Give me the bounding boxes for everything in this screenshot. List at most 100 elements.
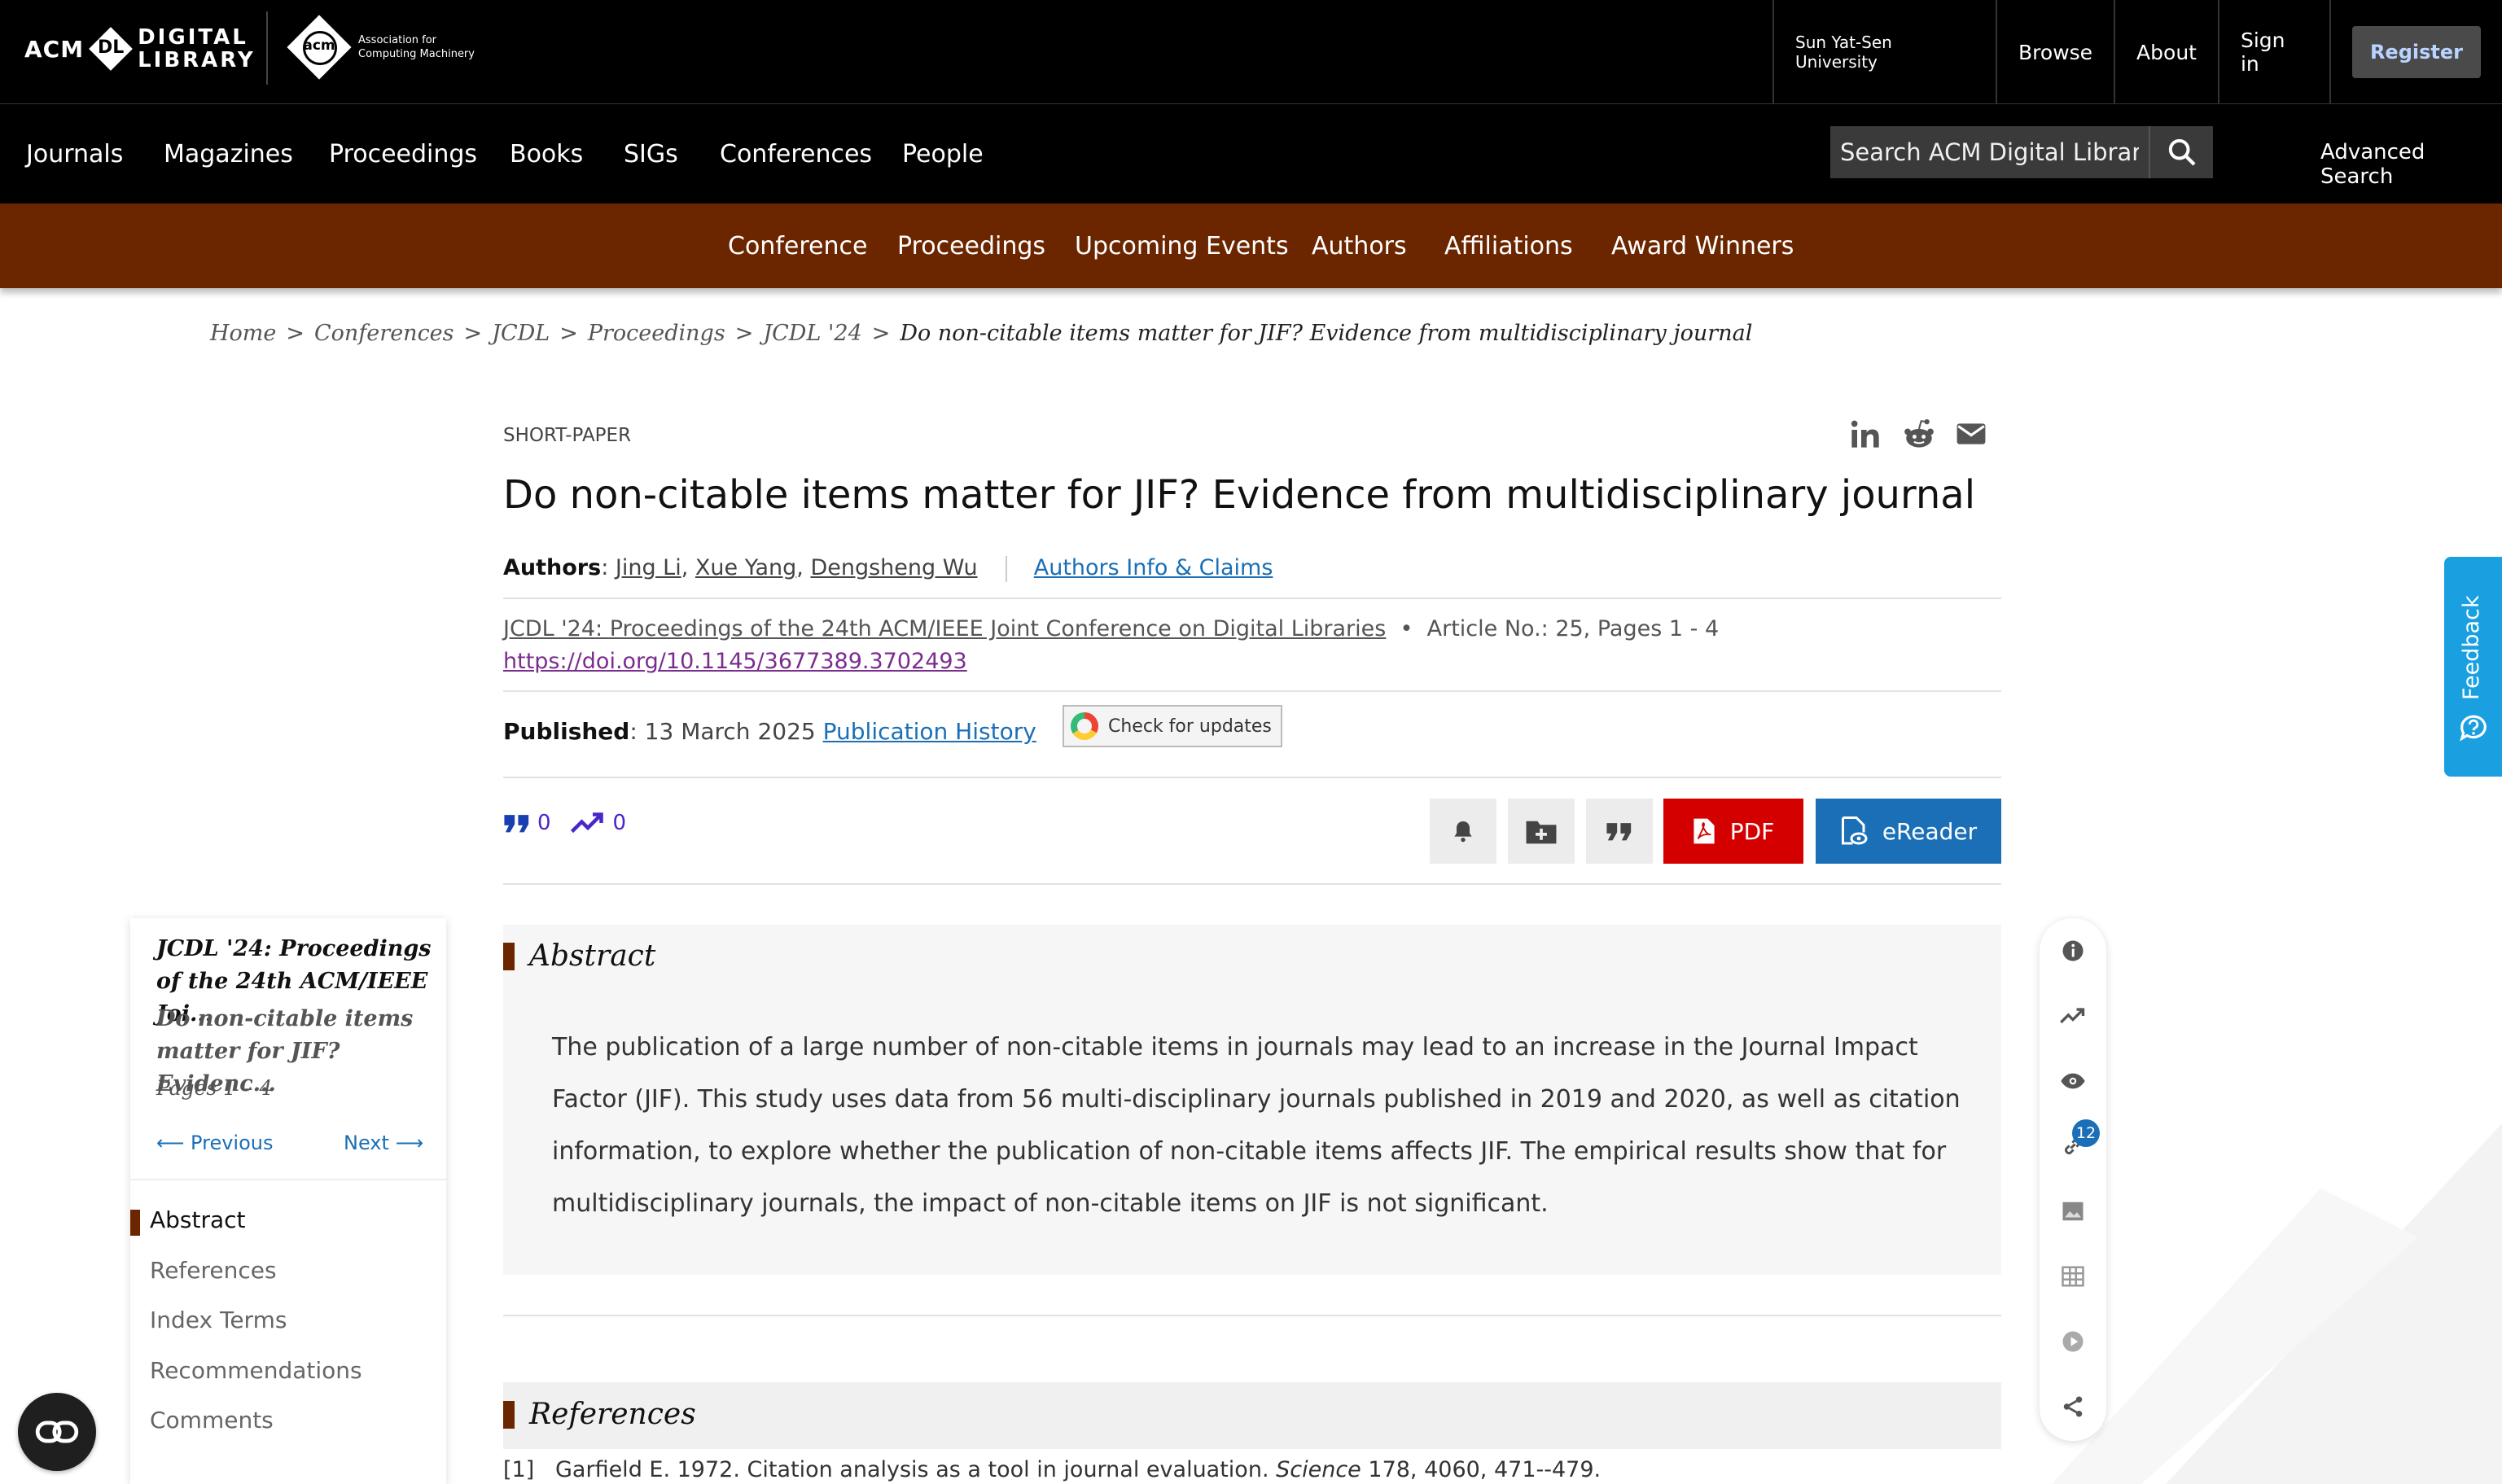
sidebar-item-abstract[interactable]: Abstract bbox=[130, 1206, 246, 1236]
conf-nav-conference[interactable]: Conference bbox=[728, 204, 867, 288]
nav-people[interactable]: People bbox=[902, 104, 984, 204]
logo-divider bbox=[266, 11, 268, 85]
citation-quote-icon[interactable] bbox=[503, 811, 531, 835]
references-heading: References bbox=[503, 1398, 696, 1431]
previous-label: Previous bbox=[191, 1132, 274, 1154]
check-for-updates-button[interactable]: Check for updates bbox=[1063, 705, 1282, 747]
article-title: Do non-citable items matter for JIF? Evi… bbox=[503, 472, 1976, 518]
breadcrumb-proceedings[interactable]: Proceedings bbox=[588, 321, 725, 346]
downloads-trend-icon[interactable] bbox=[569, 811, 607, 835]
media-tool[interactable] bbox=[2057, 1325, 2089, 1358]
published-line: Published: 13 March 2025 Publication His… bbox=[503, 718, 1036, 745]
search-box bbox=[1830, 126, 2213, 178]
reference-text: Garfield E. 1972. Citation analysis as a… bbox=[555, 1457, 1269, 1482]
published-date: 13 March 2025 bbox=[644, 718, 816, 745]
about-link[interactable]: About bbox=[2114, 0, 2218, 104]
acm-association-logo[interactable]: acm Association for Computing Machinery bbox=[285, 13, 475, 81]
figures-tool[interactable] bbox=[2057, 1195, 2089, 1228]
cite-button[interactable] bbox=[1586, 799, 1653, 864]
search-button[interactable] bbox=[2149, 126, 2213, 178]
linkedin-icon[interactable] bbox=[1848, 418, 1882, 450]
doi-link[interactable]: https://doi.org/10.1145/3677389.3702493 bbox=[503, 649, 967, 674]
nav-magazines[interactable]: Magazines bbox=[164, 104, 293, 204]
abstract-text: The publication of a large number of non… bbox=[552, 1033, 1961, 1218]
nav-proceedings[interactable]: Proceedings bbox=[329, 104, 477, 204]
reddit-icon[interactable] bbox=[1900, 417, 1938, 451]
citations-count: 0 bbox=[537, 811, 551, 835]
ereader-button[interactable]: eReader bbox=[1816, 799, 2001, 864]
nav-sigs[interactable]: SIGs bbox=[624, 104, 678, 204]
conf-nav-proceedings[interactable]: Proceedings bbox=[897, 204, 1045, 288]
info-icon bbox=[2062, 940, 2084, 961]
acm-logo-words: Association for Computing Machinery bbox=[358, 33, 475, 61]
sidebar-divider bbox=[130, 1179, 446, 1180]
pdf-button[interactable]: PDF bbox=[1663, 799, 1803, 864]
info-tool[interactable] bbox=[2057, 935, 2089, 967]
sidebar-pages: Pages 1 – 4 bbox=[156, 1076, 273, 1100]
next-article-link[interactable]: Next ⟶ bbox=[344, 1132, 423, 1154]
nav-conferences[interactable]: Conferences bbox=[720, 104, 872, 204]
feedback-label: Feedback bbox=[2459, 595, 2484, 700]
sidebar-item-index-terms[interactable]: Index Terms bbox=[150, 1307, 287, 1333]
logo-dl-words: DIGITAL LIBRARY bbox=[138, 26, 256, 72]
acm-dl-logo[interactable]: ACM DL DIGITAL LIBRARY bbox=[24, 23, 256, 75]
views-tool[interactable] bbox=[2057, 1065, 2089, 1097]
author-link[interactable]: Dengsheng Wu bbox=[810, 555, 977, 580]
authors-line: Authors: Jing Li, Xue Yang, Dengsheng Wu… bbox=[503, 555, 1273, 582]
metrics: 0 0 bbox=[503, 811, 626, 835]
arrow-right-icon: ⟶ bbox=[395, 1132, 423, 1154]
breadcrumb-home[interactable]: Home bbox=[210, 321, 276, 346]
institution-link[interactable]: Sun Yat-Sen University bbox=[1772, 0, 1996, 104]
conf-nav-affiliations[interactable]: Affiliations bbox=[1444, 204, 1573, 288]
references-section bbox=[503, 1382, 2001, 1449]
play-icon bbox=[2062, 1331, 2084, 1352]
breadcrumb-jcdl[interactable]: JCDL bbox=[492, 321, 550, 346]
sidebar-item-comments[interactable]: Comments bbox=[150, 1407, 274, 1434]
share-tool[interactable] bbox=[2057, 1390, 2089, 1423]
nav-journals[interactable]: Journals bbox=[26, 104, 123, 204]
publication-history-link[interactable]: Publication History bbox=[823, 718, 1036, 745]
register-button[interactable]: Register bbox=[2351, 26, 2481, 78]
browse-link[interactable]: Browse bbox=[1996, 0, 2114, 104]
abstract-heading: Abstract bbox=[503, 939, 655, 973]
nav-books[interactable]: Books bbox=[510, 104, 583, 204]
check-updates-label: Check for updates bbox=[1108, 716, 1272, 737]
share-icons bbox=[1848, 417, 1987, 451]
ereader-label: eReader bbox=[1882, 817, 1978, 845]
breadcrumb-conferences[interactable]: Conferences bbox=[314, 321, 454, 346]
conf-nav-authors[interactable]: Authors bbox=[1312, 204, 1407, 288]
eye-icon bbox=[2061, 1073, 2085, 1089]
tools-rail bbox=[2040, 918, 2106, 1441]
bell-icon bbox=[1454, 821, 1472, 843]
add-to-binder-button[interactable] bbox=[1508, 799, 1575, 864]
tables-tool[interactable] bbox=[2057, 1260, 2089, 1293]
search-input[interactable] bbox=[1830, 126, 2149, 178]
author-link[interactable]: Xue Yang bbox=[695, 555, 796, 580]
conf-nav-upcoming-events[interactable]: Upcoming Events bbox=[1075, 204, 1289, 288]
reference-number: [1] bbox=[503, 1457, 535, 1482]
bullet-separator: • bbox=[1392, 616, 1421, 641]
sign-in-link[interactable]: Sign in bbox=[2217, 0, 2329, 104]
alert-button[interactable] bbox=[1430, 799, 1496, 864]
top-links: Sun Yat-Sen University Browse About Sign… bbox=[1772, 0, 2502, 104]
reference-rest: 178, 4060, 471--479. bbox=[1368, 1457, 1602, 1482]
email-icon[interactable] bbox=[1956, 420, 1987, 448]
breadcrumb-jcdl24[interactable]: JCDL '24 bbox=[763, 321, 861, 346]
conf-nav-award-winners[interactable]: Award Winners bbox=[1611, 204, 1794, 288]
previous-article-link[interactable]: ⟵ Previous bbox=[156, 1132, 273, 1154]
sidebar-item-references[interactable]: References bbox=[150, 1257, 277, 1284]
article-sidebar: JCDL '24: Proceedings of the 24th ACM/IE… bbox=[130, 918, 446, 1484]
proceedings-link[interactable]: JCDL '24: Proceedings of the 24th ACM/IE… bbox=[503, 616, 1386, 641]
sidebar-item-recommendations[interactable]: Recommendations bbox=[150, 1357, 362, 1384]
advanced-search-link[interactable]: Advanced Search bbox=[2320, 140, 2502, 189]
breadcrumb-separator: > bbox=[463, 321, 483, 346]
divider bbox=[503, 690, 2001, 692]
infinity-link-icon bbox=[35, 1421, 79, 1443]
accessibility-button[interactable] bbox=[18, 1393, 96, 1471]
breadcrumb-separator: > bbox=[734, 321, 754, 346]
paper-type-label: SHORT-PAPER bbox=[503, 425, 632, 446]
metrics-tool[interactable] bbox=[2057, 1000, 2089, 1032]
author-link[interactable]: Jing Li bbox=[616, 555, 681, 580]
downloads-count: 0 bbox=[612, 811, 627, 835]
authors-info-claims-link[interactable]: Authors Info & Claims bbox=[1034, 555, 1273, 580]
